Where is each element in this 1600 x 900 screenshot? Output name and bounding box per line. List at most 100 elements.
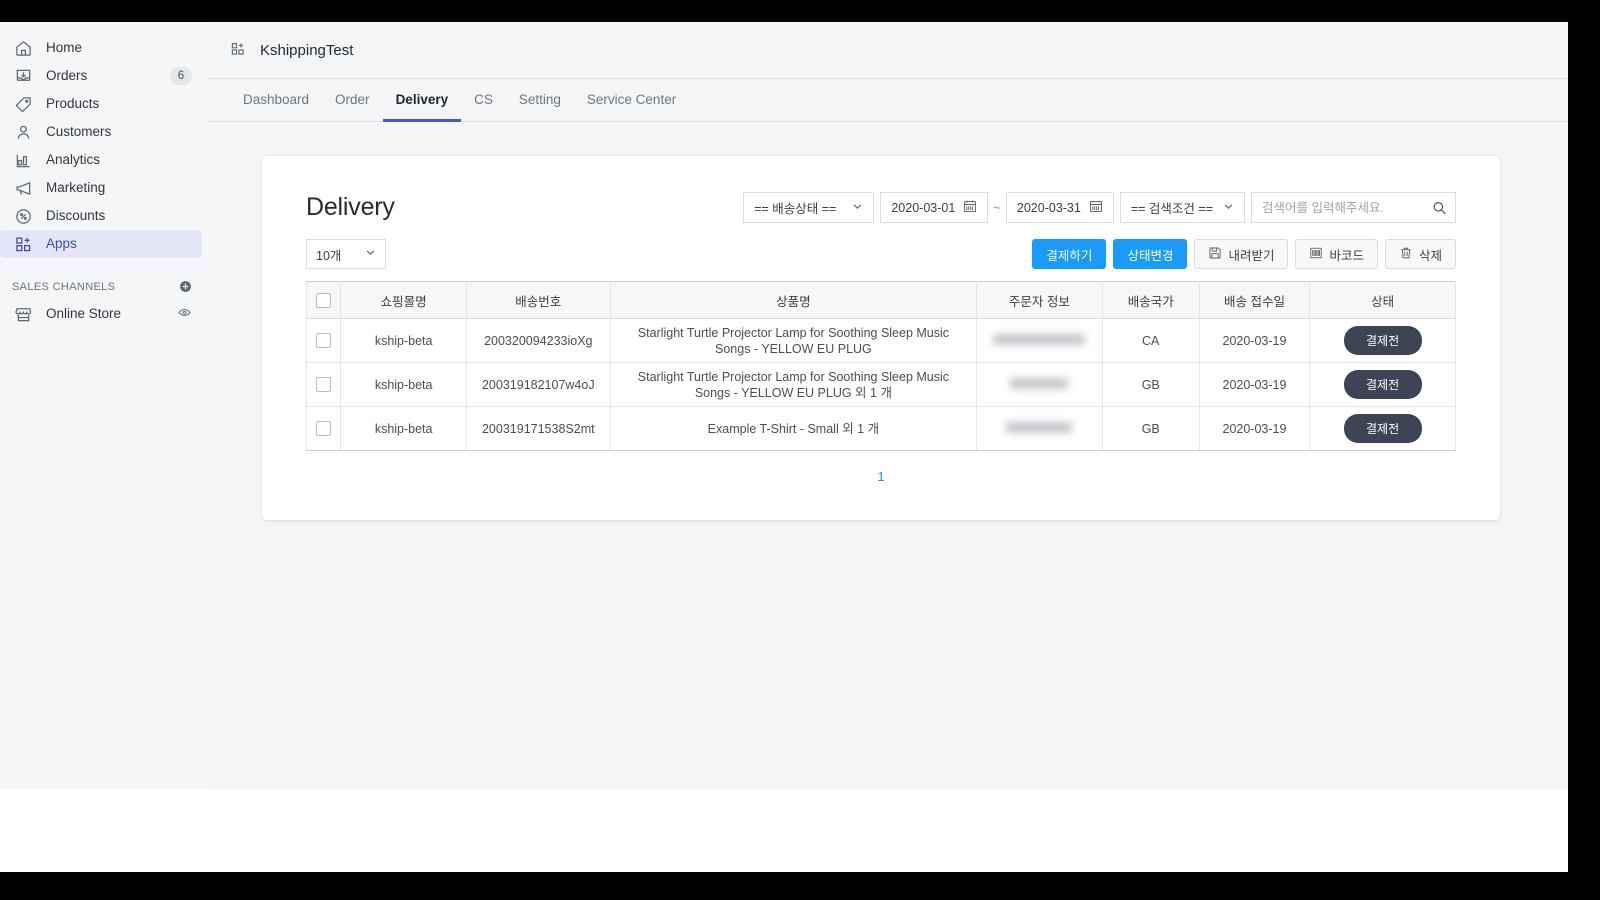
calendar-icon[interactable] [1089, 199, 1103, 216]
cell-buyer [976, 406, 1103, 451]
pagination-page-1[interactable]: 1 [877, 469, 884, 484]
cell-country: GB [1102, 406, 1200, 451]
search-condition-value: == 검색조건 == [1130, 202, 1213, 216]
sidebar-item-apps[interactable]: Apps [0, 230, 202, 258]
row-checkbox[interactable] [316, 421, 332, 437]
megaphone-icon [12, 177, 34, 199]
calendar-icon[interactable] [963, 199, 977, 216]
column-header-country: 배송국가 [1102, 281, 1200, 319]
cell-tracking: 200319171538S2mt [466, 406, 611, 451]
sidebar-section-sales-channels: SALES CHANNELS [0, 274, 208, 300]
tag-icon [12, 93, 34, 115]
redacted-buyer-info [1006, 421, 1073, 433]
orders-badge: 6 [170, 67, 192, 85]
eye-icon[interactable] [177, 305, 192, 323]
shipping-status-select[interactable]: == 배송상태 == [743, 192, 875, 223]
column-header-status: 상태 [1309, 281, 1456, 319]
table-row: kship-beta 200319182107w4oJ Starlight Tu… [305, 362, 1456, 407]
tab-dashboard[interactable]: Dashboard [230, 79, 322, 122]
column-header-product: 상품명 [610, 281, 978, 319]
column-header-date: 배송 접수일 [1199, 281, 1311, 319]
change-status-button[interactable]: 상태변경 [1113, 239, 1188, 269]
status-badge[interactable]: 결제전 [1343, 414, 1422, 443]
search-condition-select[interactable]: == 검색조건 == [1119, 192, 1245, 223]
table-row: kship-beta 200320094233ioXg Starlight Tu… [305, 318, 1456, 363]
row-select-cell [305, 362, 342, 407]
discount-icon [12, 205, 34, 227]
tab-cs[interactable]: CS [461, 79, 506, 122]
cell-date: 2020-03-19 [1199, 362, 1311, 407]
home-icon [12, 37, 34, 59]
tab-service-center[interactable]: Service Center [574, 79, 689, 122]
sidebar-item-orders[interactable]: Orders 6 [0, 62, 202, 90]
select-all-checkbox[interactable] [316, 292, 332, 308]
column-header-tracking: 배송번호 [466, 281, 611, 319]
date-to-field[interactable]: 2020-03-31 [1005, 192, 1114, 223]
barcode-button[interactable]: 바코드 [1295, 239, 1378, 269]
cell-buyer [976, 318, 1103, 363]
sidebar-item-home[interactable]: Home [0, 34, 202, 62]
table-row: kship-beta 200319171538S2mt Example T-Sh… [305, 406, 1456, 451]
select-all-header [305, 281, 342, 319]
download-button[interactable]: 내려받기 [1194, 239, 1289, 269]
delivery-panel: Delivery == 배송상태 == 2020-03-01 ~ 2020-03… [262, 156, 1500, 520]
sidebar: Home Orders 6 Products Customers Analyti… [0, 22, 208, 789]
pay-button[interactable]: 결제하기 [1032, 239, 1107, 269]
status-badge[interactable]: 결제전 [1343, 326, 1422, 355]
cell-date: 2020-03-19 [1199, 406, 1311, 451]
sidebar-item-label: Home [46, 40, 83, 56]
page-size-select[interactable]: 10개 [306, 239, 386, 269]
cell-status: 결제전 [1309, 406, 1456, 451]
sidebar-item-label: Discounts [46, 208, 106, 224]
sidebar-item-customers[interactable]: Customers [0, 118, 202, 146]
person-icon [12, 121, 34, 143]
pagination: 1 [306, 451, 1456, 486]
cell-country: GB [1102, 362, 1200, 407]
search-input[interactable] [1262, 200, 1425, 215]
sidebar-item-label: Products [46, 96, 100, 112]
panel-toolbar-bottom: 10개 결제하기 상태변경 내려받기 바코드 삭제 [306, 239, 1456, 269]
tab-setting[interactable]: Setting [506, 79, 574, 122]
cell-date: 2020-03-19 [1199, 318, 1311, 363]
delete-button[interactable]: 삭제 [1384, 239, 1456, 269]
panel-toolbar-top: Delivery == 배송상태 == 2020-03-01 ~ 2020-03… [306, 192, 1456, 223]
tab-delivery[interactable]: Delivery [382, 79, 462, 122]
date-range-separator: ~ [993, 200, 1001, 215]
apps-icon [230, 41, 248, 59]
panel-title: Delivery [306, 193, 395, 221]
date-to-value: 2020-03-31 [1016, 200, 1081, 215]
sidebar-item-discounts[interactable]: Discounts [0, 202, 202, 230]
delete-button-label: 삭제 [1418, 248, 1442, 263]
row-checkbox[interactable] [316, 377, 332, 393]
cell-mall: kship-beta [340, 362, 467, 407]
plus-circle-icon[interactable] [178, 279, 194, 295]
cell-status: 결제전 [1309, 318, 1456, 363]
action-button-group: 결제하기 상태변경 내려받기 바코드 삭제 [1032, 239, 1456, 269]
page-title: KshippingTest [260, 41, 354, 59]
row-checkbox[interactable] [316, 333, 332, 349]
search-field[interactable] [1251, 192, 1456, 223]
sidebar-item-online-store[interactable]: Online Store [0, 300, 202, 328]
cell-product: Starlight Turtle Projector Lamp for Soot… [610, 318, 978, 363]
search-icon[interactable] [1432, 200, 1447, 215]
sidebar-item-marketing[interactable]: Marketing [0, 174, 202, 202]
sidebar-item-label: Orders [46, 68, 88, 84]
page-size-value: 10개 [316, 248, 342, 263]
sidebar-item-label: Marketing [46, 180, 106, 196]
sidebar-item-products[interactable]: Products [0, 90, 202, 118]
save-icon [1208, 246, 1222, 263]
trash-icon [1399, 246, 1413, 263]
status-badge[interactable]: 결제전 [1343, 370, 1422, 399]
cell-product: Example T-Shirt - Small 외 1 개 [610, 406, 978, 451]
cell-tracking: 200320094233ioXg [466, 318, 611, 363]
cell-mall: kship-beta [340, 318, 467, 363]
date-from-field[interactable]: 2020-03-01 [880, 192, 989, 223]
table-header-row: 쇼핑몰명 배송번호 상품명 주문자 정보 배송국가 배송 접수일 상태 [305, 281, 1456, 319]
chevron-down-icon [1223, 201, 1234, 215]
sidebar-item-analytics[interactable]: Analytics [0, 146, 202, 174]
column-header-mall: 쇼핑몰명 [340, 281, 467, 319]
sidebar-item-label: Analytics [46, 152, 101, 168]
tab-order[interactable]: Order [322, 79, 383, 122]
chevron-down-icon [365, 247, 376, 261]
cell-mall: kship-beta [340, 406, 467, 451]
